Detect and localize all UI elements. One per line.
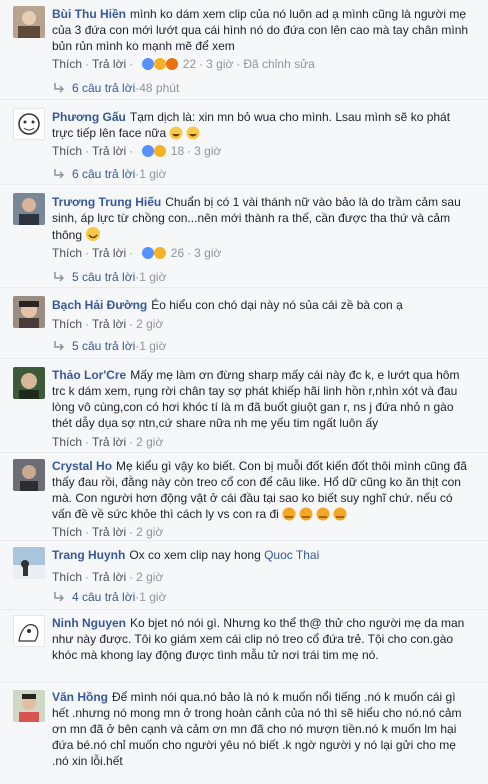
reply-arrow-icon <box>52 81 66 100</box>
reply-arrow-icon <box>52 339 66 358</box>
view-replies[interactable]: 6 câu trả lời·48 phút <box>52 79 179 97</box>
view-replies[interactable]: 5 câu trả lời·1 giờ <box>52 337 166 355</box>
author-name[interactable]: Trang Huynh <box>52 548 125 562</box>
view-replies[interactable]: 5 câu trả lời·1 giờ <box>52 268 166 286</box>
reaction-icons[interactable] <box>141 144 167 162</box>
divider <box>0 682 488 683</box>
avatar[interactable] <box>13 6 45 38</box>
timestamp[interactable]: 2 giờ <box>136 435 163 449</box>
divider <box>0 287 488 288</box>
avatar[interactable] <box>13 615 45 647</box>
comment-text: Éo hiểu con chó dại này nó sủa cái zề bà… <box>151 298 403 312</box>
reply-link[interactable]: Trả lời <box>92 317 126 331</box>
timestamp[interactable]: 3 giờ <box>206 57 233 71</box>
divider <box>0 184 488 185</box>
avatar[interactable] <box>13 367 45 399</box>
view-replies[interactable]: 4 câu trả lời·1 giờ <box>52 588 166 606</box>
divider <box>0 452 488 453</box>
reply-link[interactable]: Trả lời <box>92 246 126 260</box>
comment-text: Để mình nói qua.nó bảo là nó k muốn nổi … <box>52 690 462 768</box>
reply-link[interactable]: Trả lời <box>92 144 126 158</box>
reaction-icons[interactable] <box>141 57 179 75</box>
like-link[interactable]: Thích <box>52 525 82 539</box>
divider <box>0 358 488 359</box>
author-name[interactable]: Bùi Thu Hiền <box>52 7 126 21</box>
reply-link[interactable]: Trả lời <box>92 57 126 71</box>
timestamp[interactable]: 2 giờ <box>136 317 163 331</box>
reaction-icons[interactable] <box>141 246 167 264</box>
like-link[interactable]: Thích <box>52 435 82 449</box>
laughing-emoji-icon <box>169 126 201 144</box>
author-name[interactable]: Thảo Lor'Cre <box>52 368 126 382</box>
avatar[interactable] <box>13 108 45 140</box>
divider <box>0 99 488 100</box>
like-link[interactable]: Thích <box>52 144 82 158</box>
divider <box>0 609 488 610</box>
reaction-count[interactable]: 18 <box>171 144 184 158</box>
author-name[interactable]: Ninh Nguyen <box>52 616 126 630</box>
avatar[interactable] <box>13 690 45 722</box>
timestamp[interactable]: 2 giờ <box>136 525 163 539</box>
like-link[interactable]: Thích <box>52 57 82 71</box>
comment-text: Ox co xem clip nay hong <box>129 548 261 562</box>
reply-arrow-icon <box>52 590 66 609</box>
reply-link[interactable]: Trả lời <box>92 435 126 449</box>
timestamp[interactable]: 3 giờ <box>194 246 221 260</box>
avatar[interactable] <box>13 296 45 328</box>
smile-emoji-icon <box>85 226 101 246</box>
timestamp[interactable]: 3 giờ <box>194 144 221 158</box>
like-link[interactable]: Thích <box>52 246 82 260</box>
reaction-count[interactable]: 22 <box>183 57 196 71</box>
mention-link[interactable]: Quoc Thai <box>264 548 319 562</box>
like-link[interactable]: Thích <box>52 317 82 331</box>
avatar[interactable] <box>13 547 45 579</box>
author-name[interactable]: Phương Gấu <box>52 110 126 124</box>
like-link[interactable]: Thích <box>52 570 82 584</box>
avatar[interactable] <box>13 193 45 225</box>
author-name[interactable]: Bạch Hải Đường <box>52 298 147 312</box>
avatar[interactable] <box>13 459 45 491</box>
view-replies[interactable]: 6 câu trả lời·1 giờ <box>52 165 166 183</box>
author-name[interactable]: Crystal Ho <box>52 459 112 473</box>
author-name[interactable]: Trương Trung Hiếu <box>52 195 161 209</box>
comment-text: Mẹ kiểu gì vậy ko biết. Con bị muỗi đốt … <box>52 459 467 521</box>
reaction-count[interactable]: 26 <box>171 246 184 260</box>
reply-link[interactable]: Trả lời <box>92 525 126 539</box>
angry-emoji-icon <box>282 507 350 525</box>
author-name[interactable]: Văn Hồng <box>52 690 108 704</box>
divider <box>0 540 488 541</box>
reply-link[interactable]: Trả lời <box>92 570 126 584</box>
edited-label[interactable]: Đã chỉnh sửa <box>243 57 314 71</box>
timestamp[interactable]: 2 giờ <box>136 570 163 584</box>
